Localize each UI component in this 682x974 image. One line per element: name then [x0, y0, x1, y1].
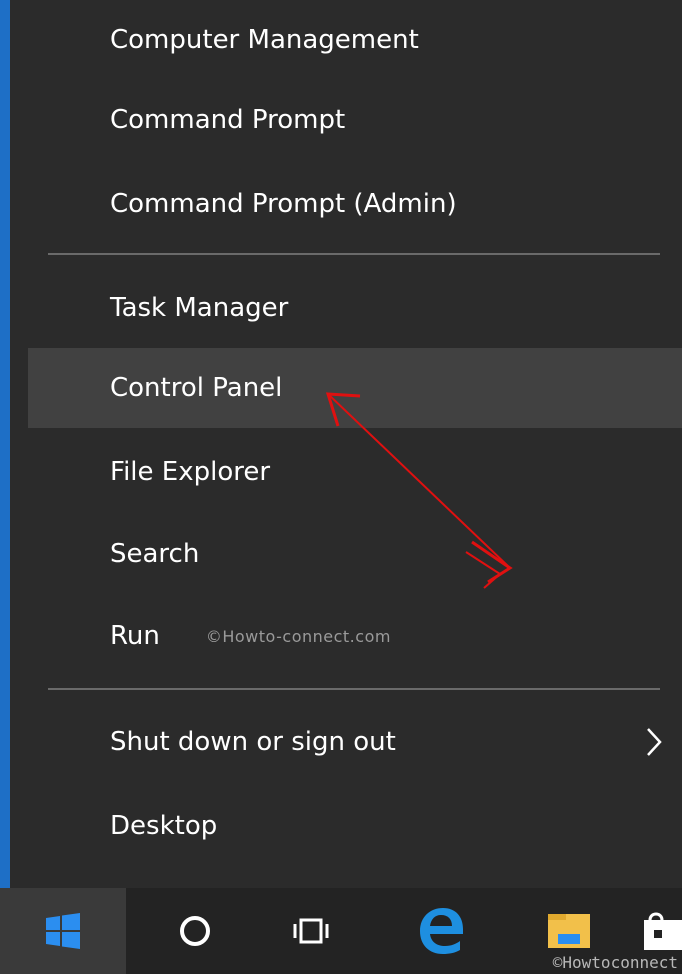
start-button[interactable] [0, 888, 126, 974]
file-explorer-icon [548, 914, 590, 948]
menu-item-label: Command Prompt (Admin) [110, 189, 457, 219]
menu-item-label: Run [110, 621, 160, 651]
edge-browser-button[interactable] [398, 888, 484, 974]
menu-item-label: Control Panel [110, 373, 283, 403]
task-view-button[interactable] [268, 888, 354, 974]
watermark-text: ©Howtoconnect [552, 953, 678, 972]
menu-item-label: Computer Management [110, 25, 419, 55]
menu-item-desktop[interactable]: Desktop [28, 786, 682, 866]
winx-power-user-menu: Computer Management Command Prompt Comma… [10, 0, 682, 888]
task-view-icon [293, 918, 329, 944]
menu-separator [48, 688, 660, 690]
menu-separator [48, 253, 660, 255]
windows-start-icon [46, 913, 80, 949]
taskbar: ©Howtoconnect [0, 888, 682, 974]
menu-item-command-prompt-admin[interactable]: Command Prompt (Admin) [28, 164, 682, 244]
menu-item-search[interactable]: Search [28, 514, 682, 594]
desktop-background-strip [0, 0, 10, 888]
edge-browser-icon [420, 908, 463, 954]
menu-item-run[interactable]: Run ©Howto-connect.com [28, 596, 682, 676]
menu-item-label: Shut down or sign out [110, 727, 396, 757]
menu-item-control-panel[interactable]: Control Panel [28, 348, 682, 428]
menu-item-file-explorer[interactable]: File Explorer [28, 432, 682, 512]
watermark-text: ©Howto-connect.com [205, 626, 391, 646]
menu-item-computer-management[interactable]: Computer Management [28, 0, 682, 80]
menu-item-task-manager[interactable]: Task Manager [28, 268, 682, 348]
menu-item-label: File Explorer [110, 457, 271, 487]
menu-item-shut-down-or-sign-out[interactable]: Shut down or sign out [28, 702, 682, 782]
menu-item-label: Command Prompt [110, 105, 346, 135]
cortana-button[interactable] [152, 888, 238, 974]
menu-item-label: Search [110, 539, 200, 569]
menu-item-command-prompt[interactable]: Command Prompt [28, 80, 682, 160]
menu-item-label: Task Manager [110, 293, 289, 323]
menu-item-label: Desktop [110, 811, 218, 841]
cortana-circle-icon [180, 916, 210, 946]
chevron-right-icon [647, 728, 662, 756]
store-icon [644, 912, 682, 950]
